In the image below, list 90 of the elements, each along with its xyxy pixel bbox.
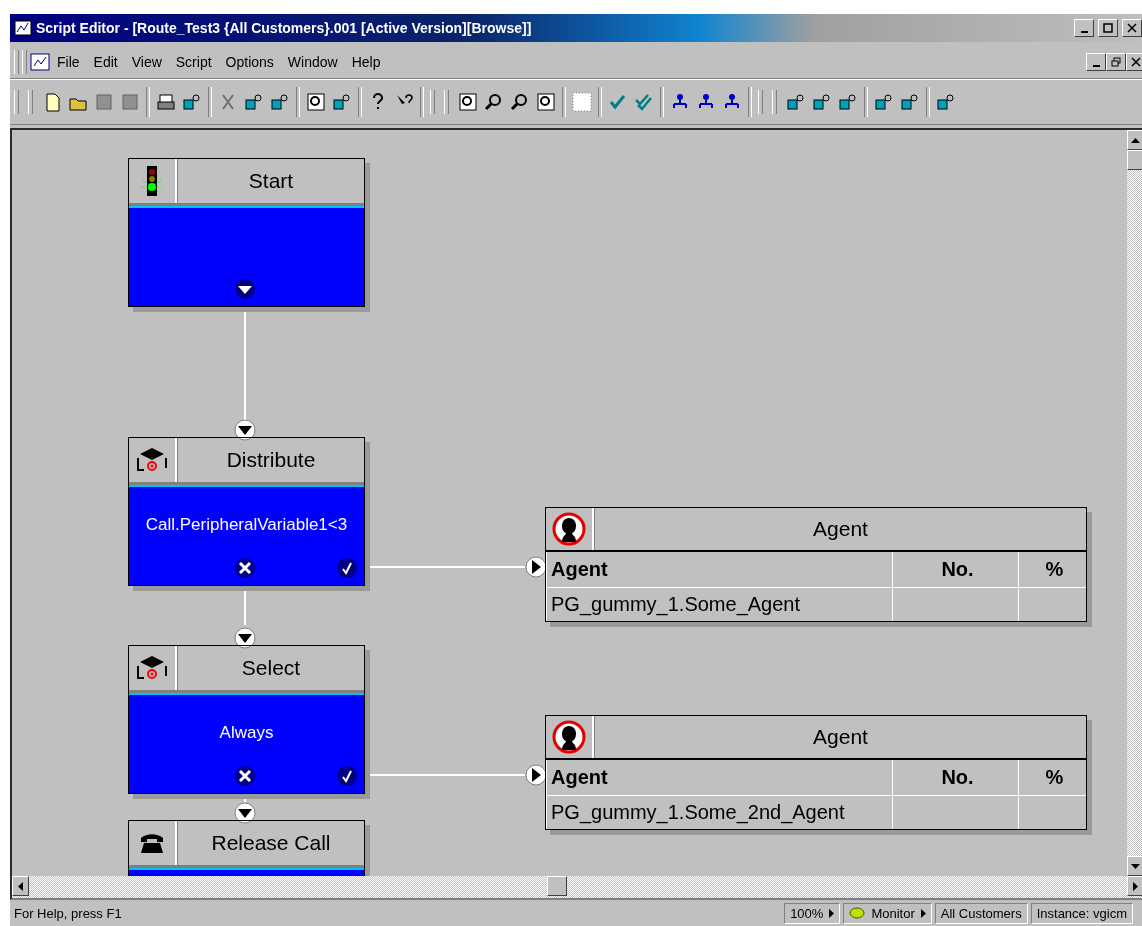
monitor-icon	[849, 907, 866, 919]
input-port-icon[interactable]	[234, 627, 256, 649]
minimize-button[interactable]	[1074, 19, 1094, 37]
monitor-node-icon[interactable]	[936, 92, 956, 112]
close-icon	[1127, 23, 1137, 33]
column-header: %	[1018, 760, 1086, 795]
agent-headset-icon	[552, 512, 586, 546]
column-header: No.	[892, 552, 1018, 587]
node-title: Distribute	[177, 438, 364, 482]
scroll-down-button[interactable]	[1127, 856, 1142, 876]
minimize-icon	[1092, 64, 1100, 67]
cross-port-icon[interactable]	[234, 765, 256, 787]
close-button[interactable]	[1122, 19, 1142, 37]
up-arrow-icon	[1131, 137, 1140, 143]
menu-item[interactable]: View	[124, 52, 169, 72]
close-icon	[1131, 57, 1141, 67]
checkmark-port-icon[interactable]	[336, 765, 358, 787]
grid-icon[interactable]	[572, 92, 592, 112]
left-arrow-icon	[18, 881, 23, 891]
menu-item[interactable]: File	[50, 52, 87, 72]
printer-icon[interactable]	[156, 92, 176, 112]
checkmark-icon[interactable]	[608, 92, 628, 112]
graduation-cap-icon	[134, 446, 170, 474]
monitor-node-icon[interactable]	[838, 92, 858, 112]
agent-headset-icon	[552, 720, 586, 754]
column-header: No.	[892, 760, 1018, 795]
scroll-right-button[interactable]	[1127, 876, 1142, 896]
monitor-node-icon[interactable]	[874, 92, 894, 112]
minimize-icon	[1080, 30, 1088, 33]
instance-pane: Instance: vgicm	[1030, 902, 1133, 924]
monitor-node-icon[interactable]	[900, 92, 920, 112]
double-check-icon[interactable]	[634, 92, 654, 112]
menu-item[interactable]: Window	[280, 52, 345, 72]
column-header: Agent	[546, 760, 892, 795]
menu-item[interactable]: Edit	[86, 52, 125, 72]
down-arrow-icon	[1131, 863, 1140, 869]
right-arrow-icon	[829, 908, 835, 918]
restore-icon	[1111, 57, 1121, 67]
horizontal-scrollbar[interactable]	[12, 876, 1142, 898]
input-port-icon[interactable]	[234, 802, 256, 824]
input-arrow-port-icon[interactable]	[525, 556, 547, 578]
monitor-node-icon[interactable]	[786, 92, 806, 112]
column-header: Agent	[546, 552, 892, 587]
table-cell: PG_gummy_1.Some_2nd_Agent	[546, 796, 892, 829]
zoom-in-icon[interactable]	[510, 92, 530, 112]
zoom-box-icon[interactable]	[458, 92, 478, 112]
maximize-button[interactable]	[1098, 19, 1118, 37]
scroll-thumb[interactable]	[547, 876, 567, 896]
scroll-left-button[interactable]	[12, 876, 29, 896]
menu-item[interactable]: Script	[168, 52, 219, 72]
cross-port-icon[interactable]	[234, 557, 256, 579]
scope-pane: All Customers	[934, 902, 1028, 924]
mode-pane[interactable]: Monitor	[843, 902, 932, 924]
restore-button[interactable]	[1106, 53, 1126, 71]
checkmark-port-icon[interactable]	[336, 557, 358, 579]
right-arrow-icon	[920, 908, 926, 918]
telephone-icon	[138, 832, 166, 854]
maximize-icon	[1103, 23, 1113, 33]
node-expression: Call.PeripheralVariable1<3	[145, 515, 348, 535]
node-title: Select	[177, 646, 364, 690]
node-title: Agent	[594, 508, 1086, 550]
close-button[interactable]	[1126, 53, 1142, 71]
vertical-scrollbar[interactable]	[1127, 130, 1142, 876]
node-title: Agent	[594, 716, 1086, 758]
right-arrow-icon	[1133, 881, 1138, 891]
node-title: Start	[177, 159, 364, 203]
input-arrow-port-icon[interactable]	[525, 764, 547, 786]
zoom-pane[interactable]: 100%	[784, 902, 841, 924]
scroll-up-button[interactable]	[1127, 130, 1142, 150]
graduation-cap-icon	[134, 654, 170, 682]
down-arrow-port-icon[interactable]	[234, 278, 256, 300]
input-port-icon[interactable]	[234, 419, 256, 441]
column-header: %	[1018, 552, 1086, 587]
mode-label: Monitor	[871, 905, 915, 921]
window-title: Script Editor - [Route_Test3 {All Customers}.001 [Active Version][Browse]]	[36, 20, 533, 36]
search-page-icon[interactable]	[306, 92, 326, 112]
zoom-window-icon[interactable]	[536, 92, 556, 112]
menu-item[interactable]: Help	[344, 52, 388, 72]
status-text: For Help, press F1	[14, 905, 123, 921]
menu-item[interactable]: Options	[218, 52, 281, 72]
document-icon[interactable]	[30, 53, 50, 71]
zoom-out-icon[interactable]	[484, 92, 504, 112]
app-icon	[14, 20, 32, 36]
monitor-node-icon[interactable]	[812, 92, 832, 112]
scroll-thumb[interactable]	[1127, 150, 1142, 170]
node-title: Release Call	[177, 821, 364, 865]
node-expression: Always	[219, 723, 274, 743]
zoom-value: 100%	[790, 905, 824, 921]
table-cell: PG_gummy_1.Some_Agent	[546, 588, 892, 621]
minimize-button[interactable]	[1086, 53, 1106, 71]
